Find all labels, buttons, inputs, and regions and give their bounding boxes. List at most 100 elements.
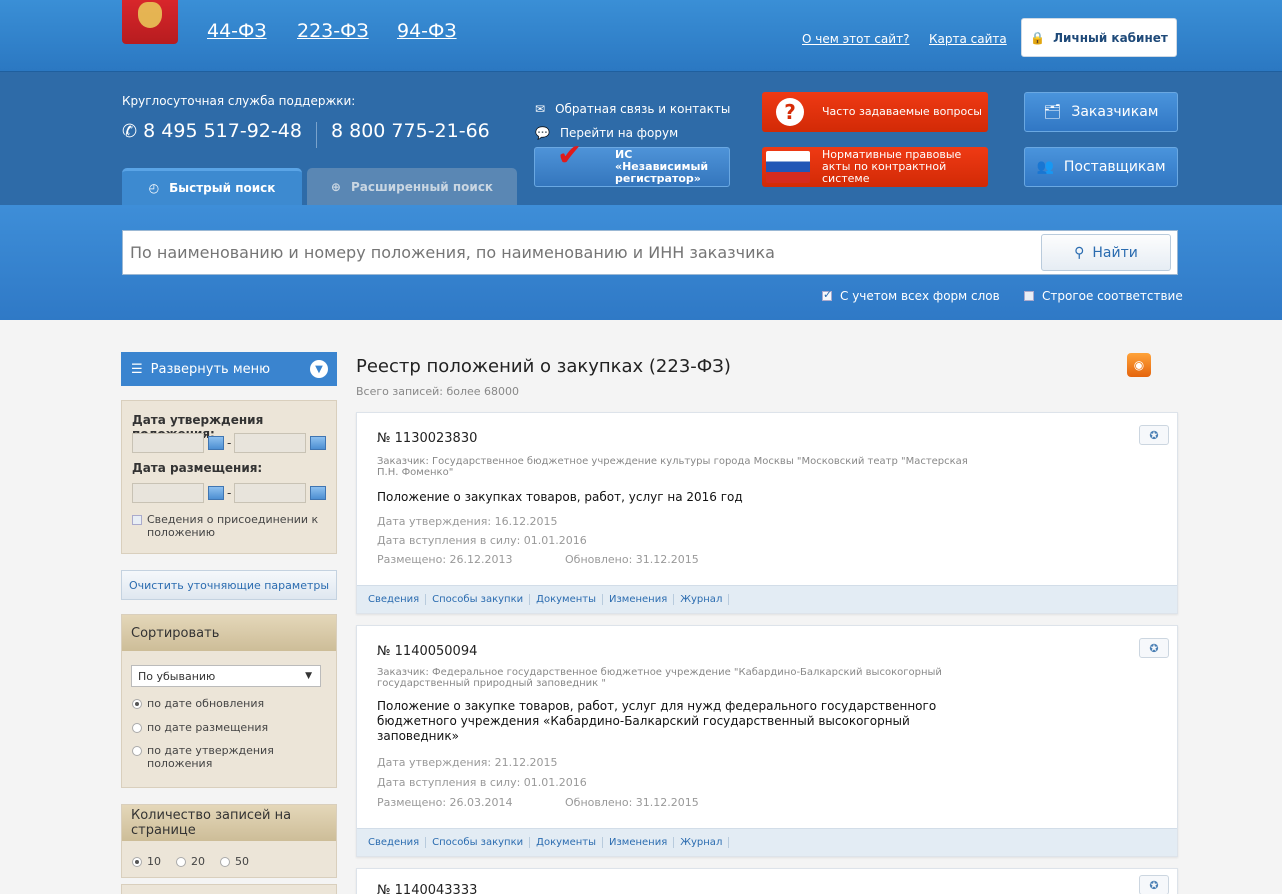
strict-match-checkbox[interactable]: Строгое соответствие (1024, 289, 1183, 303)
suppliers-label: Поставщикам (1063, 159, 1166, 175)
all-word-forms-checkbox[interactable]: С учетом всех форм слов (822, 288, 1000, 303)
all-forms-label: С учетом всех форм слов (840, 289, 1000, 303)
record-customer: Заказчик: Государственное бюджетное учре… (377, 456, 968, 478)
customers-label: Заказчикам (1071, 104, 1159, 120)
tab-methods[interactable]: Способы закупки (426, 594, 531, 605)
faq-button[interactable]: ? Часто задаваемые вопросы (762, 92, 988, 132)
tab-journal[interactable]: Журнал (674, 594, 730, 605)
join-checkbox[interactable]: Сведения о присоединении к положению (132, 513, 322, 539)
per-page-10-radio[interactable]: 10 (132, 855, 161, 868)
sort-select[interactable]: По убыванию ▼ (131, 665, 321, 687)
clock-icon: ◴ (148, 181, 160, 195)
rss-icon[interactable]: ◉ (1127, 353, 1151, 377)
calendar-icon[interactable] (208, 436, 224, 450)
calendar-icon[interactable] (310, 486, 326, 500)
per-page-50-radio[interactable]: 50 (220, 855, 249, 868)
strict-label: Строгое соответствие (1042, 289, 1183, 303)
per-page-header: Количество записей на странице (122, 805, 336, 841)
record-placed: Размещено: 26.12.2013 (377, 553, 513, 566)
tab-changes[interactable]: Изменения (603, 837, 675, 848)
record-card: № 1140050094 ✪ Заказчик: Федеральное гос… (356, 625, 1178, 857)
sort-by-placement-radio[interactable]: по дате размещения (132, 721, 268, 734)
people-icon: 👥 (1036, 159, 1054, 175)
search-button[interactable]: ⚲ Найти (1041, 234, 1171, 271)
tab-journal[interactable]: Журнал (674, 837, 730, 848)
certificate-icon[interactable]: ✪ (1139, 875, 1169, 894)
briefcase-icon: 🗂 (1043, 104, 1062, 120)
expand-menu-button[interactable]: ☰ Развернуть меню ▼ (121, 352, 337, 386)
regulations-label: Нормативные правовые акты по контрактной… (822, 148, 962, 185)
phone-1-text: 8 495 517-92-48 (143, 120, 302, 142)
regulations-button[interactable]: Нормативные правовые акты по контрактной… (762, 147, 988, 187)
sitemap-link[interactable]: Карта сайта (929, 32, 1007, 46)
customers-button[interactable]: 🗂 Заказчикам (1024, 92, 1178, 132)
checkmark-icon: ✔ (557, 138, 583, 173)
radio-unselected[interactable] (132, 722, 142, 733)
header: Круглосуточная служба поддержки: ✆ 8 495… (0, 72, 1282, 205)
record-approved: Дата утверждения: 16.12.2015 (377, 515, 558, 528)
coat-of-arms-logo[interactable] (122, 0, 178, 44)
sort-by-update-radio[interactable]: по дате обновления (132, 697, 264, 710)
placement-date-to[interactable] (234, 483, 306, 503)
checkbox-checked[interactable] (822, 288, 832, 301)
certificate-icon[interactable]: ✪ (1139, 638, 1169, 658)
search-input[interactable] (122, 230, 1178, 275)
suppliers-button[interactable]: 👥 Поставщикам (1024, 147, 1178, 187)
tab-documents[interactable]: Документы (530, 837, 603, 848)
checkbox-unchecked[interactable] (1024, 291, 1034, 301)
radio-selected[interactable] (132, 698, 142, 709)
per-page-label: 50 (235, 855, 249, 868)
per-page-20-radio[interactable]: 20 (176, 855, 205, 868)
checkbox-unchecked[interactable] (132, 515, 142, 525)
record-title[interactable]: Положение о закупке товаров, работ, услу… (377, 699, 937, 744)
total-records: Всего записей: более 68000 (356, 385, 520, 398)
record-customer: Заказчик: Федеральное государственное бю… (377, 667, 942, 689)
chevron-down-icon: ▼ (310, 360, 328, 378)
placement-date-label: Дата размещения: (132, 461, 263, 475)
record-updated: Обновлено: 31.12.2015 (565, 796, 699, 809)
sort-header: Сортировать (122, 615, 336, 651)
approval-date-from[interactable] (132, 433, 204, 453)
placement-date-from[interactable] (132, 483, 204, 503)
tab-info[interactable]: Сведения (362, 594, 427, 605)
record-number[interactable]: № 1140043333 (377, 883, 477, 894)
calendar-icon[interactable] (208, 486, 224, 500)
calendar-icon[interactable] (310, 436, 326, 450)
registrar-label: ИС «Независимый регистратор» (615, 148, 709, 185)
tab-info[interactable]: Сведения (362, 837, 427, 848)
record-number[interactable]: № 1140050094 (377, 644, 477, 659)
tab-advanced-search[interactable]: ⊕ Расширенный поиск (307, 168, 517, 205)
record-title[interactable]: Положение о закупках товаров, работ, усл… (377, 490, 937, 505)
clear-filters-button[interactable]: Очистить уточняющие параметры (121, 570, 337, 600)
sort-panel: Сортировать По убыванию ▼ по дате обновл… (121, 614, 337, 788)
approval-date-to[interactable] (234, 433, 306, 453)
date-filter-panel: Дата утверждения положения: - Дата разме… (121, 400, 337, 554)
independent-registrar-button[interactable]: ✔ ИС «Независимый регистратор» (534, 138, 730, 187)
tab-documents[interactable]: Документы (530, 594, 603, 605)
about-link[interactable]: О чем этот сайт? (802, 32, 909, 46)
certificate-icon[interactable]: ✪ (1139, 425, 1169, 445)
radio-unselected[interactable] (220, 856, 230, 867)
tab-changes[interactable]: Изменения (603, 594, 675, 605)
per-page-label: 20 (191, 855, 205, 868)
radio-unselected[interactable] (132, 746, 142, 756)
tab-methods[interactable]: Способы закупки (426, 837, 531, 848)
feedback-link[interactable]: ✉ Обратная связь и контакты (535, 102, 730, 116)
record-updated: Обновлено: 31.12.2015 (565, 553, 699, 566)
record-placed: Размещено: 26.03.2014 (377, 796, 513, 809)
phone-icon: ✆ (122, 121, 138, 142)
cabinet-label: Личный кабинет (1053, 30, 1168, 45)
record-number[interactable]: № 1130023830 (377, 431, 477, 446)
radio-selected[interactable] (132, 856, 142, 867)
law-94-link[interactable]: 94-ФЗ (397, 20, 457, 42)
record-tabs: Сведения Способы закупки Документы Измен… (357, 828, 1177, 856)
personal-cabinet-button[interactable]: 🔒 Личный кабинет (1021, 18, 1177, 57)
tab-fast-search[interactable]: ◴ Быстрый поиск (122, 168, 302, 205)
record-card: № 1130023830 ✪ Заказчик: Государственное… (356, 412, 1178, 614)
law-44-link[interactable]: 44-ФЗ (207, 20, 267, 42)
search-icon: ⚲ (1074, 244, 1085, 261)
sort-by-approval-radio[interactable]: по дате утверждения положения (132, 744, 312, 770)
radio-unselected[interactable] (176, 856, 186, 867)
law-223-link[interactable]: 223-ФЗ (297, 20, 369, 42)
phone-1: ✆ 8 495 517-92-48 (122, 120, 302, 142)
